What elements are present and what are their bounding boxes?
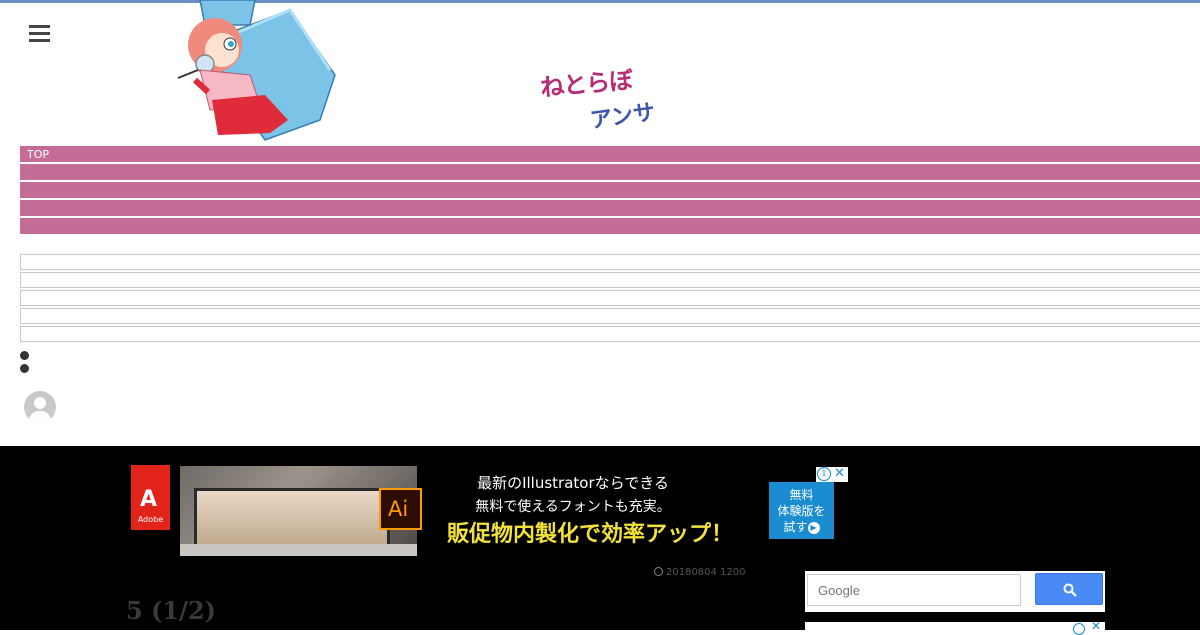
- avatar[interactable]: [24, 391, 56, 423]
- mascot-illustration: [170, 0, 340, 145]
- nav-item[interactable]: [20, 182, 1200, 198]
- date-text: 20180804 1200: [666, 567, 746, 578]
- illustrator-badge-text: Ai: [388, 497, 409, 521]
- adobe-logo: A Adobe: [131, 465, 170, 530]
- nav-item-label: TOP: [27, 148, 50, 161]
- search-icon: [1063, 583, 1077, 597]
- list-item[interactable]: [20, 290, 1200, 306]
- ad-banner[interactable]: A Adobe Ai 最新のIllustratorならできる 無料で使えるフォン…: [128, 465, 848, 557]
- list-item[interactable]: [20, 326, 1200, 342]
- sidebar-ad[interactable]: ✕: [805, 619, 1105, 635]
- ad-cta-line: 試す: [783, 520, 808, 534]
- adobe-brand-text: Adobe: [137, 515, 164, 524]
- nav-item[interactable]: [20, 164, 1200, 180]
- nav-item[interactable]: [20, 200, 1200, 216]
- ad-cta-line: 体験版を: [777, 504, 826, 518]
- article-date: 20180804 1200: [654, 567, 746, 578]
- close-icon[interactable]: ✕: [834, 466, 845, 481]
- search-input[interactable]: [807, 574, 1021, 606]
- site-logo[interactable]: ねとらぼ アンサー: [539, 64, 662, 166]
- adchoices[interactable]: i ✕: [816, 466, 848, 482]
- logo-text-line1: ねとらぼ: [539, 66, 634, 102]
- list-item[interactable]: [20, 254, 1200, 270]
- ad-headline: 販促物内製化で効率アップ！: [447, 522, 734, 547]
- article-title: 5 (1/2): [126, 596, 216, 625]
- ad-cta-button[interactable]: 無料 体験版を 試す ▶: [769, 482, 834, 539]
- ad-line2: 無料で使えるフォントも充実。: [475, 499, 671, 515]
- bullet-dot: [20, 364, 29, 373]
- nav-item-top[interactable]: TOP: [20, 146, 1200, 162]
- list-item[interactable]: [20, 272, 1200, 288]
- bullet-dot: [20, 351, 29, 360]
- play-arrow-icon: ▶: [807, 521, 820, 534]
- ad-cta-line: 無料: [789, 488, 814, 502]
- hamburger-menu-icon[interactable]: [29, 23, 51, 45]
- info-icon[interactable]: i: [817, 467, 831, 481]
- nav-item[interactable]: [20, 218, 1200, 234]
- close-icon[interactable]: ✕: [1091, 619, 1101, 633]
- info-icon[interactable]: [1073, 623, 1085, 635]
- list-item[interactable]: [20, 308, 1200, 324]
- clock-icon: [654, 567, 663, 576]
- illustrator-icon: Ai: [379, 488, 422, 530]
- search-button[interactable]: [1035, 573, 1103, 605]
- search-widget: [805, 571, 1105, 612]
- ad-line1: 最新のIllustratorならできる: [477, 474, 669, 492]
